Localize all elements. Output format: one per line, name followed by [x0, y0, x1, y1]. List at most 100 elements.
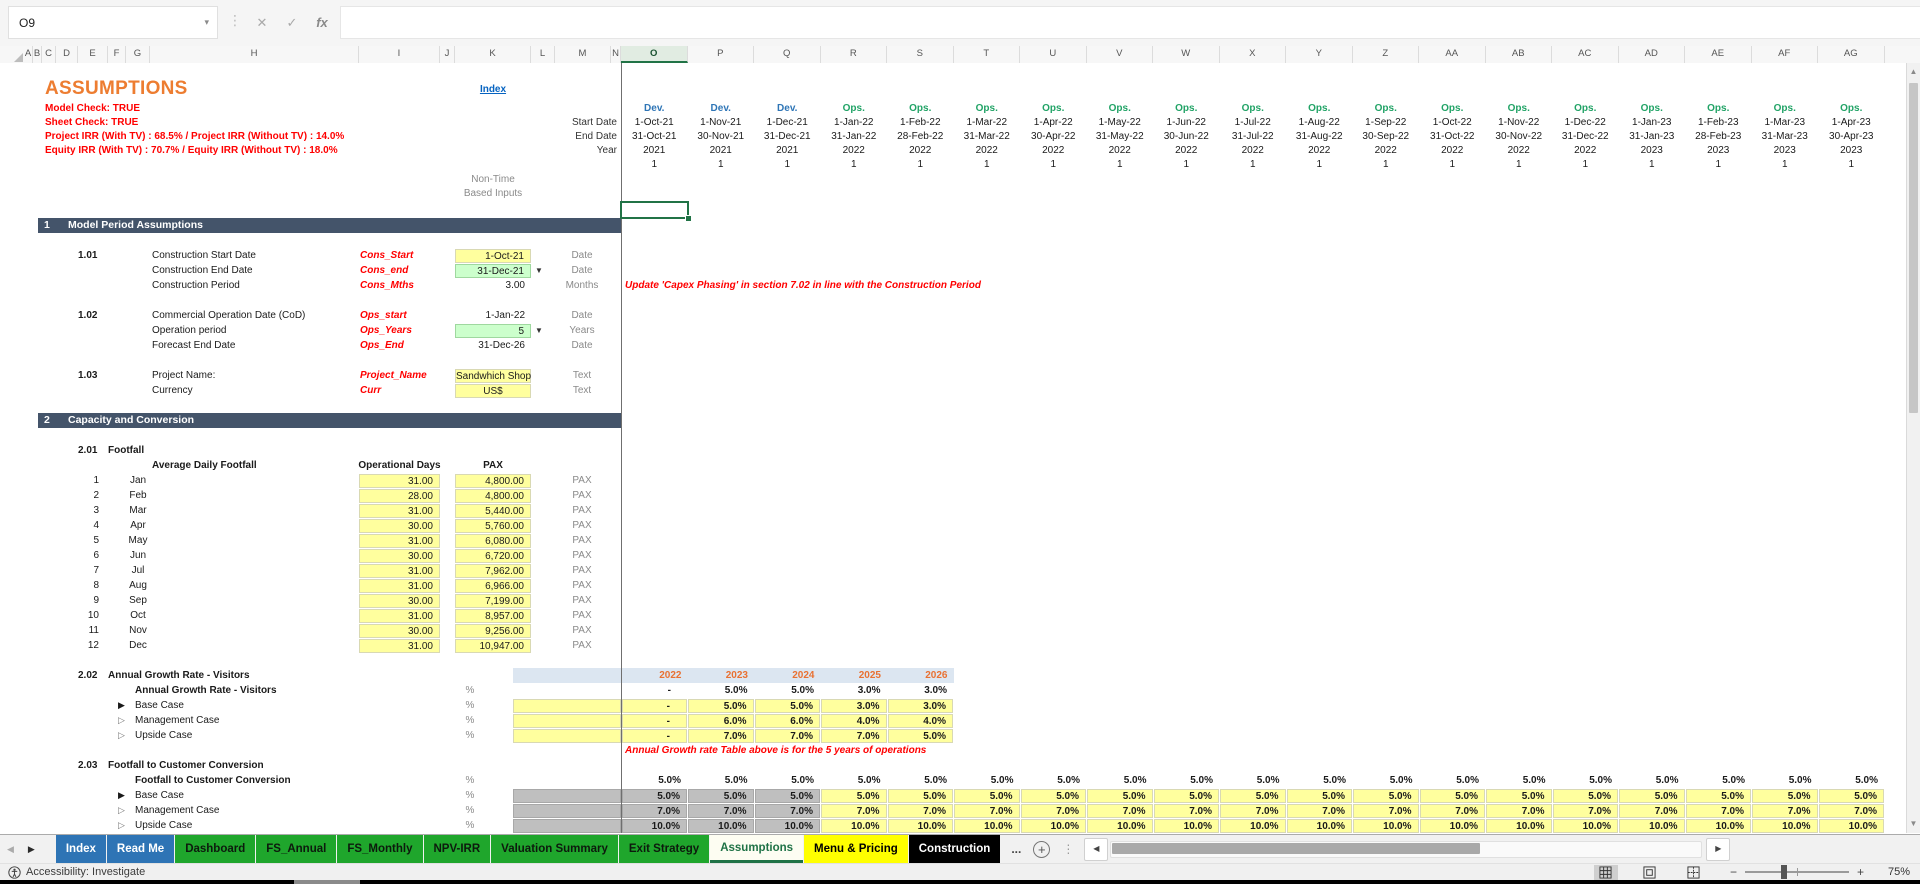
- footfall-days-input[interactable]: 28.00: [359, 488, 440, 503]
- zoom-slider[interactable]: [1744, 865, 1849, 879]
- scroll-down-icon[interactable]: ▼: [1907, 816, 1920, 832]
- dropdown-icon[interactable]: ▼: [533, 263, 545, 278]
- conversion-input-cell[interactable]: 7.0%: [754, 803, 820, 818]
- footfall-days-input[interactable]: 31.00: [359, 473, 440, 488]
- conversion-input-cell[interactable]: 7.0%: [1818, 803, 1884, 818]
- vertical-scroll-thumb[interactable]: [1909, 83, 1918, 413]
- footfall-days-input[interactable]: 30.00: [359, 548, 440, 563]
- column-header-L[interactable]: L: [531, 46, 555, 63]
- tab-overflow[interactable]: ...: [1011, 842, 1021, 856]
- normal-view-button[interactable]: [1593, 864, 1618, 880]
- column-header-AD[interactable]: AD: [1619, 46, 1685, 63]
- case-arrow-icon[interactable]: ▷: [118, 818, 132, 833]
- growth-input-cell[interactable]: 7.0%: [688, 728, 754, 743]
- growth-input-cell[interactable]: 3.0%: [887, 698, 953, 713]
- conversion-input-cell[interactable]: 10.0%: [1020, 818, 1086, 833]
- growth-input-cell[interactable]: -: [621, 728, 687, 743]
- conversion-input-cell[interactable]: 7.0%: [688, 803, 754, 818]
- conversion-input-cell[interactable]: 7.0%: [1286, 803, 1352, 818]
- column-header-W[interactable]: W: [1153, 46, 1220, 63]
- column-header-Y[interactable]: Y: [1286, 46, 1353, 63]
- column-header-C[interactable]: C: [42, 46, 56, 63]
- conversion-input-cell[interactable]: 5.0%: [1020, 788, 1086, 803]
- conversion-input-cell[interactable]: 5.0%: [1486, 788, 1552, 803]
- sheet-tab-dashboard[interactable]: Dashboard: [175, 835, 256, 863]
- growth-input-cell[interactable]: 6.0%: [754, 713, 820, 728]
- footfall-pax-input[interactable]: 8,957.00: [455, 608, 531, 623]
- zoom-slider-thumb[interactable]: [1780, 865, 1787, 879]
- footfall-days-input[interactable]: 31.00: [359, 608, 440, 623]
- column-header-F[interactable]: F: [108, 46, 126, 63]
- input-Cons_end[interactable]: 31-Dec-21: [455, 263, 531, 278]
- footfall-pax-input[interactable]: 7,199.00: [455, 593, 531, 608]
- footfall-days-input[interactable]: 31.00: [359, 533, 440, 548]
- column-header-M[interactable]: M: [555, 46, 611, 63]
- name-box[interactable]: O9 ▾: [8, 6, 218, 39]
- conversion-input-cell[interactable]: 5.0%: [821, 788, 887, 803]
- case-arrow-icon[interactable]: ▶: [118, 698, 132, 713]
- conversion-input-cell[interactable]: 5.0%: [1685, 788, 1751, 803]
- conversion-input-cell[interactable]: 7.0%: [1153, 803, 1219, 818]
- dropdown-icon[interactable]: ▼: [533, 323, 545, 338]
- column-header-I[interactable]: I: [359, 46, 440, 63]
- column-header-O[interactable]: O: [621, 46, 688, 63]
- footfall-pax-input[interactable]: 4,800.00: [455, 473, 531, 488]
- growth-input-cell[interactable]: 3.0%: [821, 698, 887, 713]
- footfall-days-input[interactable]: 31.00: [359, 503, 440, 518]
- conversion-input-cell[interactable]: 5.0%: [1419, 788, 1485, 803]
- function-icon[interactable]: fx: [308, 6, 336, 39]
- growth-input-cell[interactable]: 4.0%: [821, 713, 887, 728]
- column-header-S[interactable]: S: [887, 46, 954, 63]
- growth-input-cell[interactable]: 5.0%: [754, 698, 820, 713]
- column-header-AF[interactable]: AF: [1752, 46, 1818, 63]
- scroll-up-icon[interactable]: ▲: [1907, 64, 1920, 80]
- conversion-input-cell[interactable]: 5.0%: [1752, 788, 1818, 803]
- growth-input-cell[interactable]: -: [621, 713, 687, 728]
- case-arrow-icon[interactable]: ▶: [118, 788, 132, 803]
- footfall-days-input[interactable]: 31.00: [359, 638, 440, 653]
- conversion-input-cell[interactable]: 10.0%: [1087, 818, 1153, 833]
- growth-input-cell[interactable]: 5.0%: [688, 698, 754, 713]
- conversion-input-cell[interactable]: 7.0%: [1419, 803, 1485, 818]
- sheet-tab-valuation-summary[interactable]: Valuation Summary: [491, 835, 618, 863]
- conversion-input-cell[interactable]: 7.0%: [887, 803, 953, 818]
- sheet-tab-index[interactable]: Index: [55, 835, 106, 863]
- conversion-input-cell[interactable]: 7.0%: [1552, 803, 1618, 818]
- footfall-pax-input[interactable]: 7,962.00: [455, 563, 531, 578]
- column-header-R[interactable]: R: [821, 46, 887, 63]
- footfall-days-input[interactable]: 31.00: [359, 563, 440, 578]
- zoom-level[interactable]: 75%: [1882, 866, 1910, 878]
- footfall-pax-input[interactable]: 9,256.00: [455, 623, 531, 638]
- conversion-input-cell[interactable]: 5.0%: [1286, 788, 1352, 803]
- column-header-N[interactable]: N: [611, 46, 621, 63]
- conversion-input-cell[interactable]: 10.0%: [1685, 818, 1751, 833]
- conversion-input-cell[interactable]: 10.0%: [1220, 818, 1286, 833]
- name-box-dropdown-icon[interactable]: ▾: [204, 17, 209, 28]
- sheet-tab-menu-pricing[interactable]: Menu & Pricing: [804, 835, 908, 863]
- column-header-AA[interactable]: AA: [1419, 46, 1486, 63]
- input-Curr[interactable]: US$: [455, 383, 531, 398]
- conversion-input-cell[interactable]: 10.0%: [1286, 818, 1352, 833]
- formula-input[interactable]: [340, 6, 1920, 39]
- conversion-input-cell[interactable]: 7.0%: [1619, 803, 1685, 818]
- footfall-days-input[interactable]: 30.00: [359, 623, 440, 638]
- conversion-input-cell[interactable]: 5.0%: [1619, 788, 1685, 803]
- conversion-input-cell[interactable]: 10.0%: [1552, 818, 1618, 833]
- growth-input-cell[interactable]: 5.0%: [887, 728, 953, 743]
- page-layout-view-button[interactable]: [1638, 865, 1662, 880]
- conversion-input-cell[interactable]: 5.0%: [754, 788, 820, 803]
- growth-input-cell[interactable]: -: [621, 698, 687, 713]
- conversion-input-cell[interactable]: 7.0%: [954, 803, 1020, 818]
- footfall-days-input[interactable]: 30.00: [359, 518, 440, 533]
- growth-input-cell[interactable]: 7.0%: [821, 728, 887, 743]
- conversion-input-cell[interactable]: 7.0%: [1685, 803, 1751, 818]
- selection-fill-handle[interactable]: [684, 215, 692, 222]
- input-Project_Name[interactable]: Sandwhich Shop: [455, 368, 531, 383]
- conversion-input-cell[interactable]: 10.0%: [821, 818, 887, 833]
- horizontal-scrollbar[interactable]: [1110, 840, 1703, 858]
- footfall-pax-input[interactable]: 6,720.00: [455, 548, 531, 563]
- case-arrow-icon[interactable]: ▷: [118, 713, 132, 728]
- column-header-G[interactable]: G: [126, 46, 150, 63]
- index-link[interactable]: Index: [455, 81, 531, 99]
- conversion-input-cell[interactable]: 7.0%: [1020, 803, 1086, 818]
